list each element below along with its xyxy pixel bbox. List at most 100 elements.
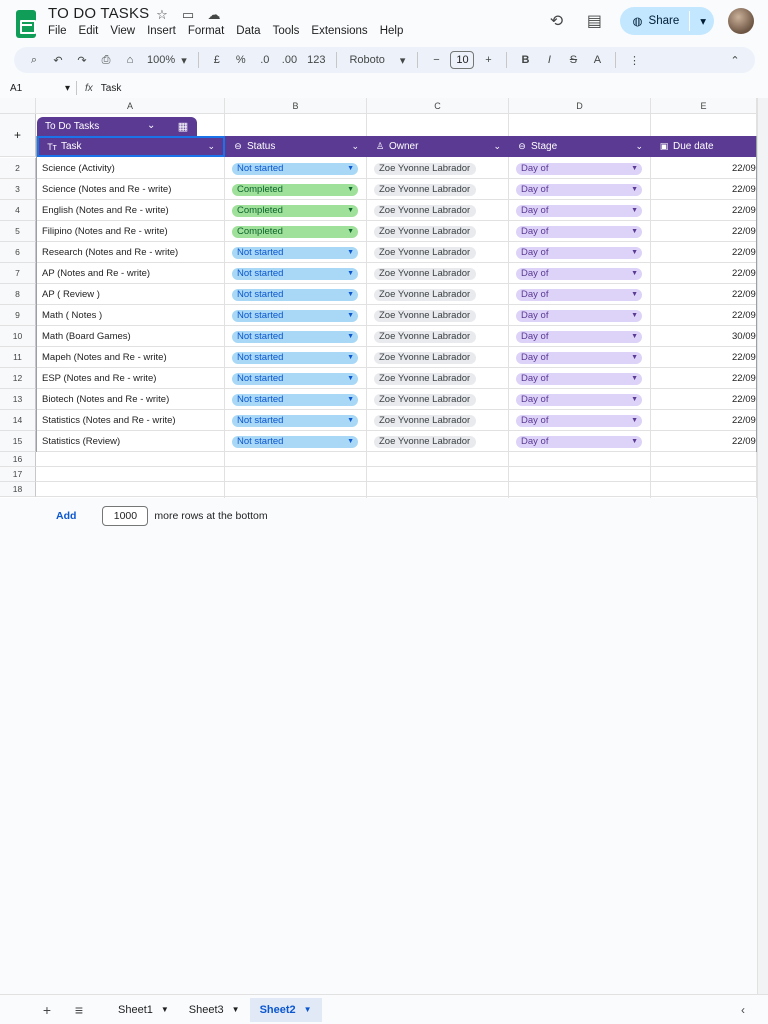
owner-chip[interactable]: Zoe Yvonne Labrador	[374, 309, 476, 322]
row-number[interactable]: 4	[0, 200, 36, 221]
owner-chip[interactable]: Zoe Yvonne Labrador	[374, 435, 476, 448]
task-cell[interactable]: English (Notes and Re - write)	[37, 200, 225, 221]
due-date-cell[interactable]: 22/09	[732, 221, 756, 242]
owner-cell[interactable]: Zoe Yvonne Labrador	[374, 158, 516, 179]
task-cell[interactable]: Math (Board Games)	[37, 326, 225, 347]
status-chip[interactable]: Not started ▼	[232, 309, 358, 322]
menu-tools[interactable]: Tools	[273, 25, 306, 37]
column-header-task[interactable]: Tт Task ⌄	[37, 136, 225, 157]
stage-chip[interactable]: Day of ▼	[516, 183, 642, 196]
account-avatar[interactable]	[728, 8, 754, 34]
font-size-input[interactable]: 10	[450, 51, 475, 69]
stage-chip[interactable]: Day of ▼	[516, 372, 642, 385]
owner-cell[interactable]: Zoe Yvonne Labrador	[374, 305, 516, 326]
collapse-toolbar-icon[interactable]: ⌃	[725, 49, 745, 71]
status-chip[interactable]: Completed ▼	[232, 225, 358, 238]
column-header-d[interactable]: D	[509, 98, 651, 114]
stage-chip[interactable]: Day of ▼	[516, 414, 642, 427]
text-color-icon[interactable]: A	[587, 49, 607, 71]
strikethrough-icon[interactable]: S	[563, 49, 583, 71]
due-date-cell[interactable]: 22/09	[732, 431, 756, 452]
row-number[interactable]: 10	[0, 326, 36, 347]
status-cell[interactable]: Not started ▼	[232, 158, 374, 179]
version-history-icon[interactable]: ⟲	[544, 9, 568, 33]
menu-insert[interactable]: Insert	[147, 25, 182, 37]
owner-chip[interactable]: Zoe Yvonne Labrador	[374, 393, 476, 406]
owner-chip[interactable]: Zoe Yvonne Labrador	[374, 225, 476, 238]
owner-cell[interactable]: Zoe Yvonne Labrador	[374, 347, 516, 368]
menu-help[interactable]: Help	[380, 25, 410, 37]
due-date-cell[interactable]: 22/09	[732, 263, 756, 284]
sheet-tab-sheet2[interactable]: Sheet2 ▼	[249, 997, 322, 1022]
row-number[interactable]: 9	[0, 305, 36, 326]
stage-cell[interactable]: Day of ▼	[516, 200, 658, 221]
table-name-tab[interactable]: To Do Tasks ⌄ ▦	[37, 117, 197, 136]
formula-input[interactable]: Task	[101, 83, 122, 94]
row-number[interactable]: 18	[0, 482, 36, 497]
all-sheets-icon[interactable]: ≡	[68, 1002, 90, 1018]
due-date-cell[interactable]: 22/09	[732, 305, 756, 326]
stage-cell[interactable]: Day of ▼	[516, 347, 658, 368]
star-icon[interactable]: ☆	[152, 6, 172, 24]
chevron-down-icon[interactable]: ▼	[304, 1005, 312, 1014]
stage-cell[interactable]: Day of ▼	[516, 368, 658, 389]
undo-icon[interactable]: ↶	[48, 49, 68, 71]
stage-cell[interactable]: Day of ▼	[516, 242, 658, 263]
column-header-stage[interactable]: ⊖ Stage ⌄	[509, 136, 651, 157]
stage-cell[interactable]: Day of ▼	[516, 389, 658, 410]
owner-chip[interactable]: Zoe Yvonne Labrador	[374, 246, 476, 259]
column-header-b[interactable]: B	[225, 98, 367, 114]
share-button[interactable]: ◍ Share ▾	[620, 7, 714, 35]
row-number[interactable]: +	[0, 114, 36, 157]
status-cell[interactable]: Completed ▼	[232, 221, 374, 242]
column-header-c[interactable]: C	[367, 98, 509, 114]
row-number[interactable]: 16	[0, 452, 36, 467]
redo-icon[interactable]: ↷	[72, 49, 92, 71]
column-header-due-date[interactable]: ▣ Due date	[651, 136, 756, 157]
stage-chip[interactable]: Day of ▼	[516, 288, 642, 301]
cloud-status-icon[interactable]: ☁	[204, 6, 224, 24]
stage-cell[interactable]: Day of ▼	[516, 221, 658, 242]
stage-chip[interactable]: Day of ▼	[516, 225, 642, 238]
name-box[interactable]: A1 ▾	[0, 83, 76, 94]
stage-cell[interactable]: Day of ▼	[516, 158, 658, 179]
status-cell[interactable]: Not started ▼	[232, 305, 374, 326]
menu-format[interactable]: Format	[188, 25, 230, 37]
stage-chip[interactable]: Day of ▼	[516, 162, 642, 175]
due-date-cell[interactable]: 22/09	[732, 200, 756, 221]
owner-chip[interactable]: Zoe Yvonne Labrador	[374, 351, 476, 364]
owner-chip[interactable]: Zoe Yvonne Labrador	[374, 183, 476, 196]
increase-decimal-button[interactable]: .00	[279, 49, 300, 71]
increase-font-size-icon[interactable]: +	[478, 49, 498, 71]
stage-chip[interactable]: Day of ▼	[516, 267, 642, 280]
status-chip[interactable]: Completed ▼	[232, 183, 358, 196]
status-chip[interactable]: Not started ▼	[232, 435, 358, 448]
owner-chip[interactable]: Zoe Yvonne Labrador	[374, 288, 476, 301]
owner-cell[interactable]: Zoe Yvonne Labrador	[374, 263, 516, 284]
status-cell[interactable]: Not started ▼	[232, 389, 374, 410]
owner-cell[interactable]: Zoe Yvonne Labrador	[374, 200, 516, 221]
more-options-icon[interactable]: ⋮	[624, 49, 644, 71]
task-cell[interactable]: Science (Notes and Re - write)	[37, 179, 225, 200]
row-number[interactable]: 12	[0, 368, 36, 389]
vertical-scrollbar[interactable]	[757, 98, 768, 994]
row-number[interactable]: 8	[0, 284, 36, 305]
status-cell[interactable]: Not started ▼	[232, 326, 374, 347]
status-cell[interactable]: Not started ▼	[232, 410, 374, 431]
decrease-decimal-button[interactable]: .0	[255, 49, 275, 71]
task-cell[interactable]: Statistics (Notes and Re - write)	[37, 410, 225, 431]
status-chip[interactable]: Not started ▼	[232, 351, 358, 364]
row-number[interactable]: 14	[0, 410, 36, 431]
owner-cell[interactable]: Zoe Yvonne Labrador	[374, 410, 516, 431]
task-cell[interactable]: ESP (Notes and Re - write)	[37, 368, 225, 389]
table-view-icon[interactable]: ▦	[171, 118, 195, 135]
search-menus-icon[interactable]: ⌕	[24, 49, 44, 71]
sheet-tab-sheet1[interactable]: Sheet1 ▼	[108, 998, 179, 1022]
percent-format-button[interactable]: %	[231, 49, 251, 71]
menu-extensions[interactable]: Extensions	[311, 25, 373, 37]
chevron-down-icon[interactable]: ▼	[232, 1005, 240, 1014]
currency-format-button[interactable]: £	[207, 49, 227, 71]
chevron-down-icon[interactable]: ⌄	[207, 141, 215, 152]
stage-cell[interactable]: Day of ▼	[516, 284, 658, 305]
owner-chip[interactable]: Zoe Yvonne Labrador	[374, 414, 476, 427]
